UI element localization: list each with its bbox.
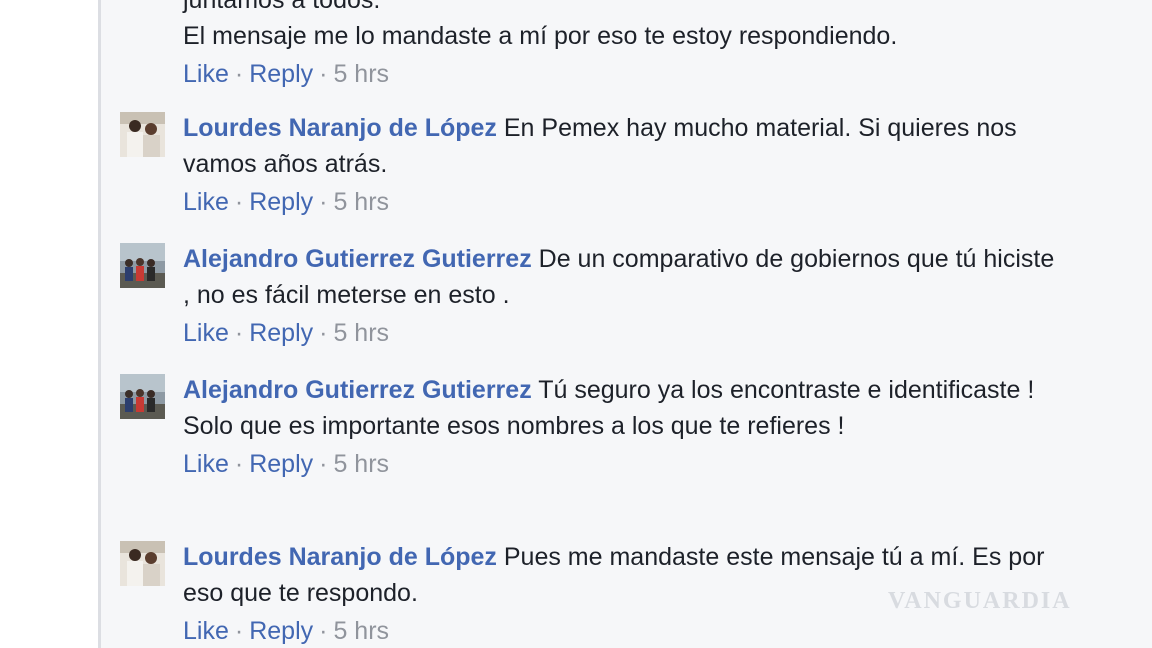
timestamp[interactable]: 5 hrs — [333, 188, 389, 216]
reply-link[interactable]: Reply — [249, 60, 313, 88]
separator-dot: · — [319, 60, 328, 88]
comment-actions: Like · Reply · 5 hrs — [183, 613, 1063, 648]
comment-content: Lourdes Naranjo de López En Pemex hay mu… — [183, 110, 1063, 182]
separator-dot: · — [234, 450, 244, 478]
comment-actions: Like · Reply · 5 hrs — [183, 184, 1063, 220]
comment-author-link[interactable]: Alejandro Gutierrez Gutierrez — [183, 376, 532, 404]
avatar-photo-icon — [120, 374, 165, 419]
separator-dot: · — [234, 617, 244, 645]
reply-link[interactable]: Reply — [249, 319, 313, 347]
comment-author-link[interactable]: Alejandro Gutierrez Gutierrez — [183, 245, 532, 273]
separator-dot: · — [234, 188, 244, 216]
comment-text: El mensaje me lo mandaste a mí por eso t… — [183, 22, 898, 50]
comment-actions: Like · Reply · 5 hrs — [183, 56, 1063, 92]
comment-author-link[interactable]: Lourdes Naranjo de López — [183, 543, 497, 571]
like-link[interactable]: Like — [183, 188, 229, 216]
like-link[interactable]: Like — [183, 60, 229, 88]
watermark-logo: VANGUARDIA — [888, 588, 1072, 614]
timestamp[interactable]: 5 hrs — [333, 319, 389, 347]
separator-dot: · — [319, 319, 328, 347]
avatar-photo-icon — [120, 243, 165, 288]
separator-dot: · — [234, 319, 244, 347]
avatar-lourdes[interactable] — [120, 112, 165, 157]
timestamp[interactable]: 5 hrs — [333, 617, 389, 645]
reply-link[interactable]: Reply — [249, 450, 313, 478]
avatar-alejandro[interactable] — [120, 243, 165, 288]
thread-line — [98, 0, 101, 648]
like-link[interactable]: Like — [183, 450, 229, 478]
reply-link[interactable]: Reply — [249, 188, 313, 216]
separator-dot: · — [319, 188, 328, 216]
avatar-lourdes[interactable] — [120, 541, 165, 586]
separator-dot: · — [319, 450, 328, 478]
like-link[interactable]: Like — [183, 617, 229, 645]
avatar-photo-icon — [120, 541, 165, 586]
avatar-alejandro[interactable] — [120, 374, 165, 419]
separator-dot: · — [319, 617, 328, 645]
comment-thread-page: juntamos a todos. El mensaje me lo manda… — [0, 0, 1152, 648]
left-gutter — [0, 0, 98, 648]
comment-text-cut: juntamos a todos. — [183, 0, 381, 14]
timestamp[interactable]: 5 hrs — [333, 450, 389, 478]
comment-actions: Like · Reply · 5 hrs — [183, 446, 1063, 482]
comment-content: Alejandro Gutierrez Gutierrez Tú seguro … — [183, 372, 1063, 444]
comment-content: Alejandro Gutierrez Gutierrez De un comp… — [183, 241, 1063, 313]
comment-actions: Like · Reply · 5 hrs — [183, 315, 1063, 351]
like-link[interactable]: Like — [183, 319, 229, 347]
reply-link[interactable]: Reply — [249, 617, 313, 645]
avatar-photo-icon — [120, 112, 165, 157]
timestamp[interactable]: 5 hrs — [333, 60, 389, 88]
comment-author-link[interactable]: Lourdes Naranjo de López — [183, 114, 497, 142]
separator-dot: · — [234, 60, 244, 88]
